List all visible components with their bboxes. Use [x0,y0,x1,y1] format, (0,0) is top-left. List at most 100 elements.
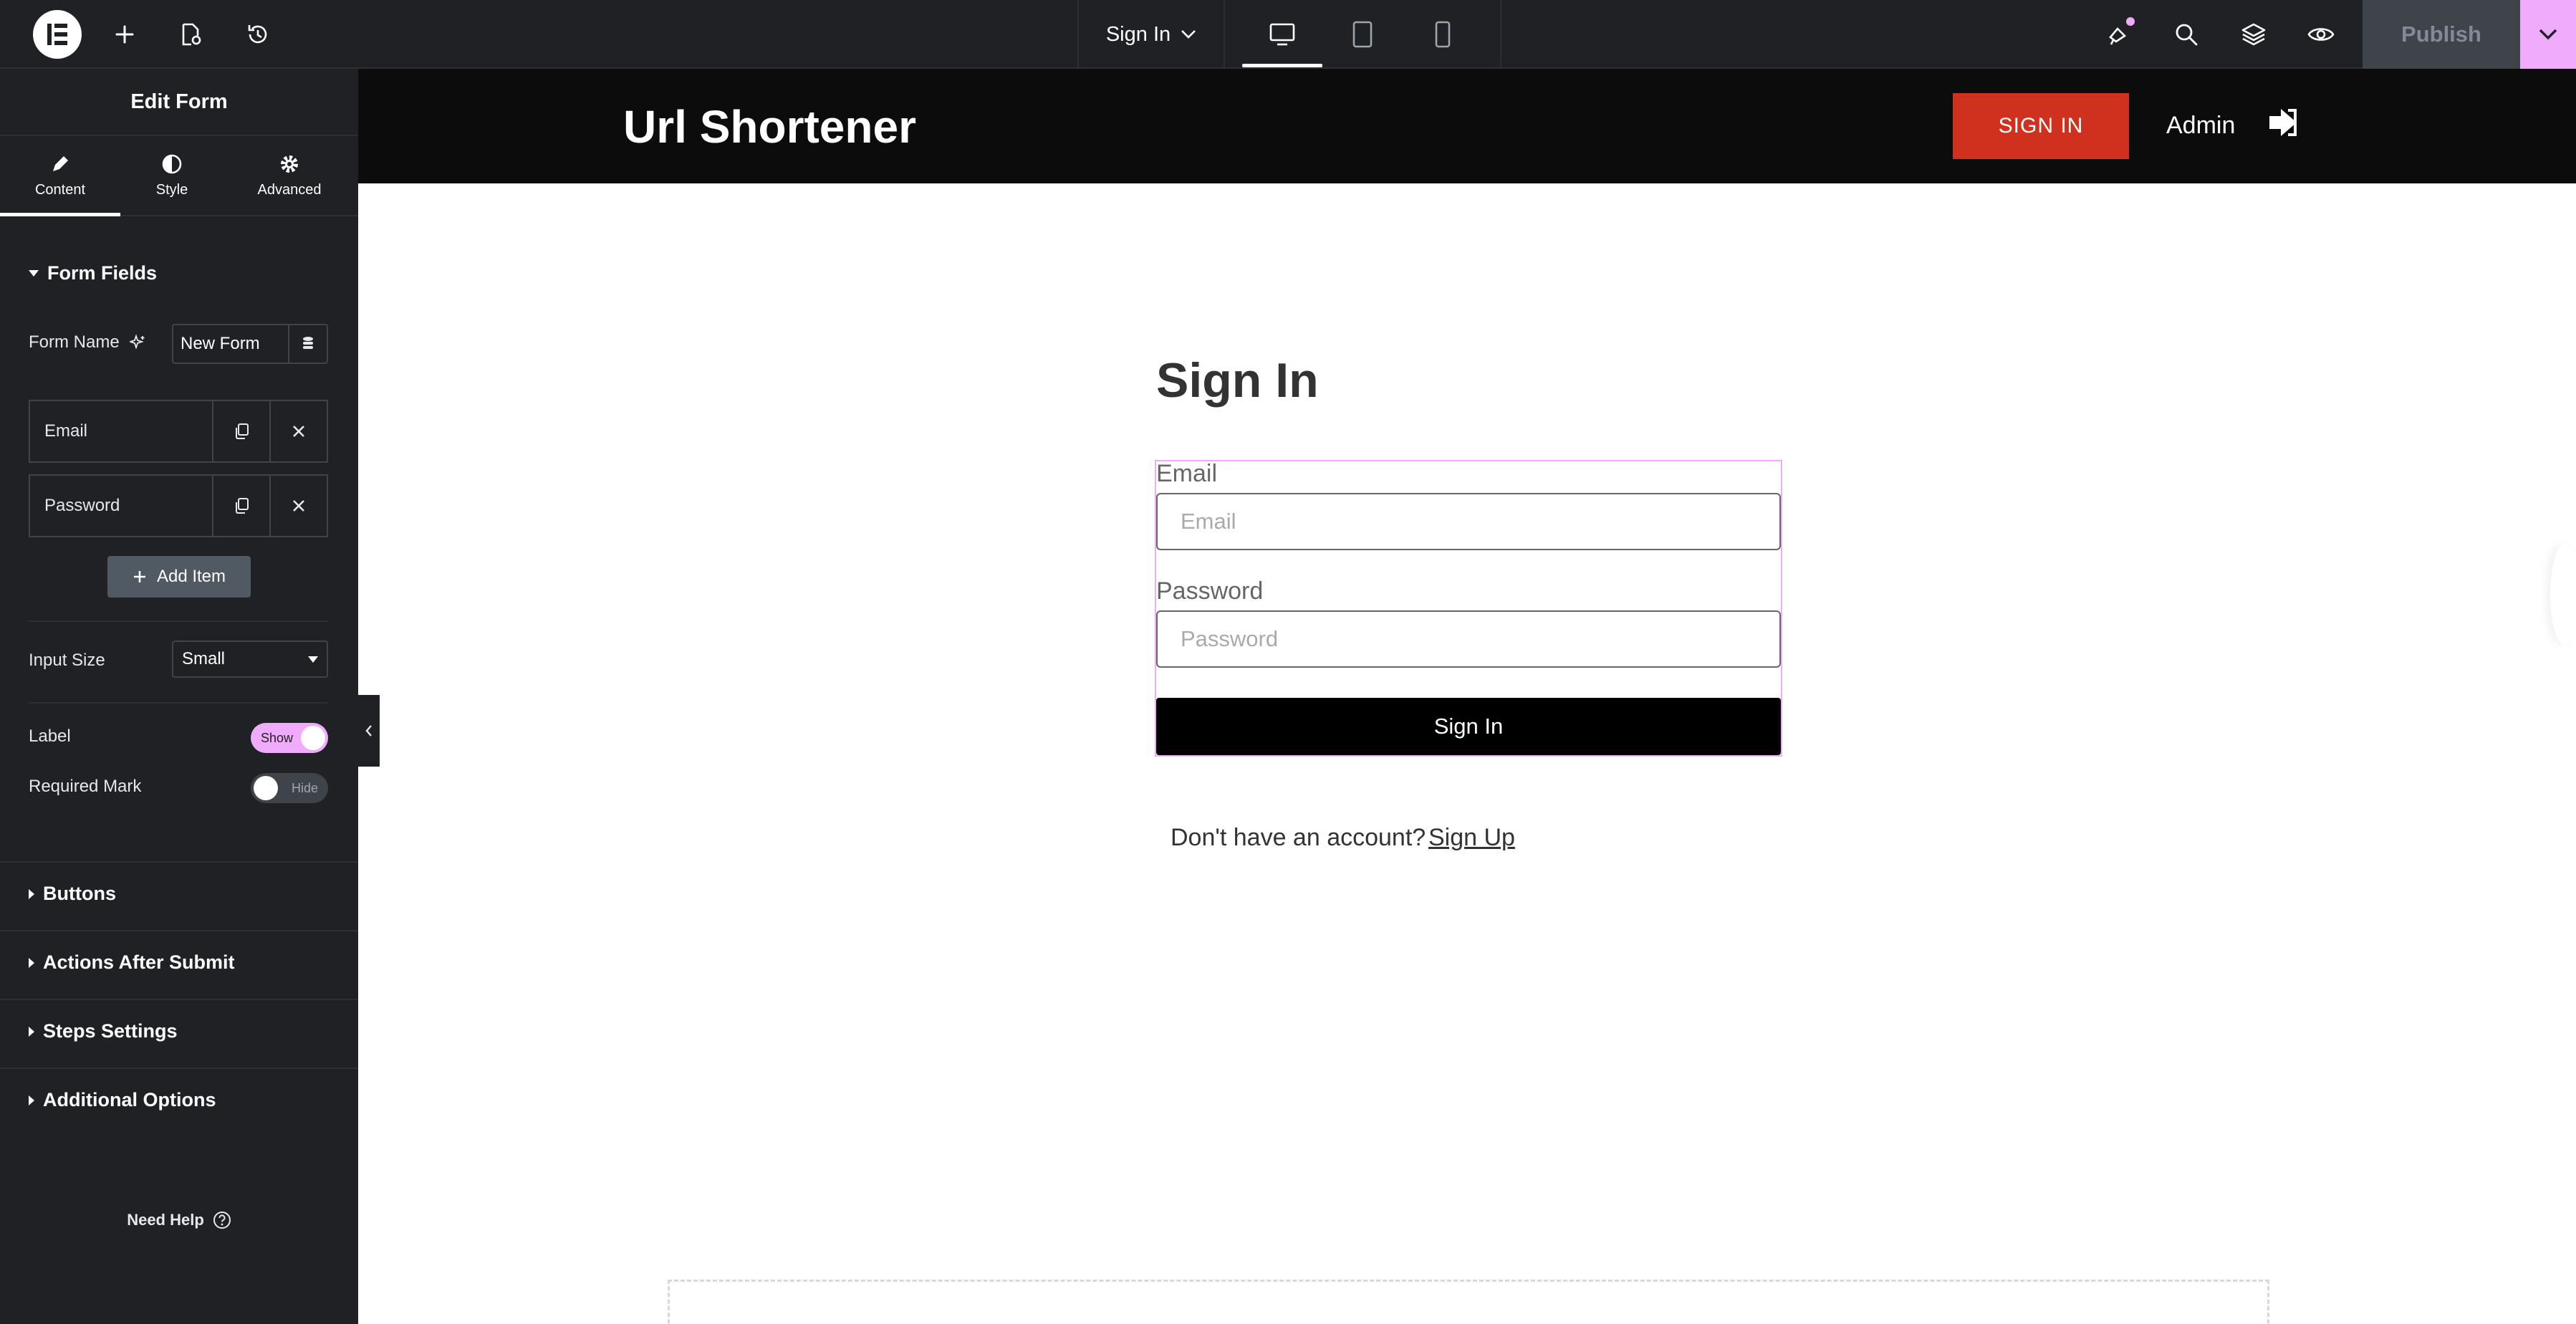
contrast-icon [162,154,182,173]
password-input[interactable] [1156,610,1781,668]
caret-down-icon [308,656,318,663]
topbar-divider [1500,0,1501,69]
empty-section-drop-area[interactable] [668,1280,2269,1324]
desktop-icon [1269,23,1295,46]
email-input[interactable] [1156,493,1781,550]
duplicate-button[interactable] [212,401,269,461]
section-additional-options[interactable]: Additional Options [29,1089,216,1111]
input-size-value: Small [182,649,226,668]
site-title[interactable]: Url Shortener [623,100,916,153]
page-selector[interactable]: Sign In [1079,0,1224,69]
required-mark-label: Required Mark [29,777,142,796]
header-sign-in-button[interactable]: SIGN IN [1953,93,2129,159]
toggle-knob [301,726,325,750]
divider [29,620,328,622]
page-heading: Sign In [1156,353,1319,408]
copy-icon [236,498,249,514]
tab-advanced-label: Advanced [257,181,322,198]
divider [0,1068,358,1069]
repeater-item-email: Email [29,400,328,463]
notifications-icon[interactable] [2102,17,2136,52]
panel-title: Edit Form [0,69,358,136]
label-control-label: Label [29,726,71,746]
device-tablet-button[interactable] [1322,0,1403,69]
editor-panel: Edit Form Content Style Advanced Form Fi… [0,69,358,1324]
tab-content[interactable]: Content [0,136,120,216]
panel-collapse-button[interactable] [358,695,380,767]
tablet-icon [1352,21,1373,48]
chevron-left-icon [365,725,372,737]
ai-sparkle-icon[interactable] [129,335,145,350]
section-additional-label: Additional Options [43,1089,216,1110]
notification-dot [2126,17,2135,26]
input-size-select[interactable]: Small [172,641,328,678]
section-steps-label: Steps Settings [43,1020,178,1042]
pencil-icon [53,155,68,171]
password-label: Password [1156,577,1264,605]
no-account-text: Don't have an account? [1171,824,1426,851]
divider [0,999,358,1000]
repeater-item-password: Password [29,474,328,537]
need-help-link[interactable]: Need Help [0,1211,358,1229]
required-mark-toggle[interactable]: Hide [251,773,328,803]
section-buttons-label: Buttons [43,883,116,904]
mobile-icon [1435,21,1451,48]
page-settings-icon[interactable] [173,17,208,52]
device-desktop-button[interactable] [1242,0,1322,69]
publish-options-button[interactable] [2520,0,2576,69]
header-admin-link[interactable]: Admin [2166,112,2235,140]
publish-button[interactable]: Publish [2363,0,2520,69]
search-icon[interactable] [2169,17,2203,52]
remove-button[interactable] [269,401,327,461]
preview-eye-icon[interactable] [2304,17,2338,52]
caret-right-icon [29,1095,34,1105]
copy-icon [236,423,249,439]
input-size-label: Input Size [29,651,105,670]
caret-down-icon [29,270,39,277]
section-form-fields-label: Form Fields [47,262,158,284]
history-icon[interactable] [241,17,275,52]
form-name-input[interactable] [173,325,288,363]
panel-tabs: Content Style Advanced [0,136,358,216]
tab-advanced[interactable]: Advanced [229,136,350,215]
section-buttons[interactable]: Buttons [29,883,116,905]
tab-style-label: Style [155,181,188,198]
tab-content-label: Content [34,181,86,198]
sign-in-submit-button[interactable]: Sign In [1156,698,1781,755]
toggle-knob [254,776,278,800]
form-name-control [172,324,328,364]
toggle-label: Show [261,731,294,745]
close-icon [293,426,304,437]
add-element-icon[interactable] [107,17,142,52]
logout-icon[interactable] [2267,105,2302,140]
email-label: Email [1156,460,1218,487]
topbar-divider [1224,0,1225,69]
close-icon [293,500,304,512]
repeater-item-title[interactable]: Email [30,401,212,461]
plus-icon [133,571,145,582]
form-name-label-text: Form Name [29,332,120,352]
layers-icon[interactable] [2236,17,2271,52]
label-show-toggle[interactable]: Show [251,723,328,753]
elementor-logo-icon[interactable] [33,10,82,59]
editor-topbar: Sign In Publish [0,0,2576,69]
section-actions-after-submit[interactable]: Actions After Submit [29,951,235,974]
caret-right-icon [29,1026,34,1037]
dynamic-tags-button[interactable] [288,325,327,363]
chevron-down-icon [1181,30,1196,39]
section-form-fields[interactable]: Form Fields [29,262,157,284]
caret-right-icon [29,888,34,899]
remove-button[interactable] [269,476,327,536]
database-icon [303,337,313,349]
gear-icon [281,155,298,173]
tab-style[interactable]: Style [112,136,232,215]
caret-right-icon [29,957,34,968]
page-selector-label: Sign In [1105,22,1171,46]
repeater-item-title[interactable]: Password [30,476,212,536]
sign-up-link[interactable]: Sign Up [1428,824,1515,852]
device-mobile-button[interactable] [1403,0,1483,69]
duplicate-button[interactable] [212,476,269,536]
canvas-edge-shadow [2550,545,2576,645]
section-steps-settings[interactable]: Steps Settings [29,1020,178,1042]
add-item-button[interactable]: Add Item [107,556,251,598]
